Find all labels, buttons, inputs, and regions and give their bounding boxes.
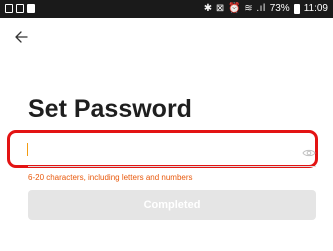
text-caret [27, 143, 28, 156]
completed-button[interactable]: Completed [28, 190, 316, 220]
battery-percent: 73% [269, 3, 290, 14]
battery-icon [293, 3, 300, 14]
password-hint: 6-20 characters, including letters and n… [28, 173, 193, 182]
input-underline [28, 166, 316, 167]
image-icon [16, 4, 24, 13]
back-button[interactable] [13, 29, 29, 45]
mail-icon [5, 4, 13, 13]
password-input[interactable] [18, 136, 296, 158]
toggle-visibility-button[interactable] [302, 145, 316, 157]
arrow-left-icon [15, 31, 28, 43]
system-icons: ✱ ⊠ ⏰ ≋ .ıl [203, 3, 266, 14]
notification-icons [5, 4, 35, 13]
system-status: ✱ ⊠ ⏰ ≋ .ıl 73% 11:09 [204, 3, 328, 14]
status-time: 11:09 [303, 3, 328, 14]
page-title: Set Password [28, 95, 192, 123]
status-bar: ✱ ⊠ ⏰ ≋ .ıl 73% 11:09 [0, 0, 333, 18]
eye-icon [302, 149, 316, 157]
app-icon [27, 4, 35, 13]
